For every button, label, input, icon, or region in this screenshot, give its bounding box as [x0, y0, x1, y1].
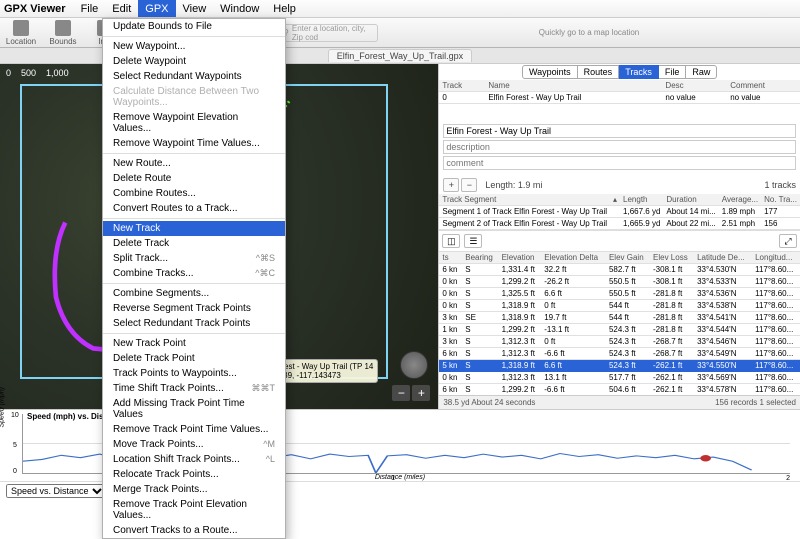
- table-row[interactable]: 0 knS1,318.9 ft0 ft544 ft-281.8 ft33°4.5…: [439, 300, 800, 312]
- menu-item[interactable]: Select Redundant Waypoints: [103, 69, 285, 84]
- zoom-out-button[interactable]: −: [392, 385, 410, 401]
- table-row[interactable]: 0 knS1,312.3 ft13.1 ft517.7 ft-262.1 ft3…: [439, 372, 800, 384]
- menu-item[interactable]: Reverse Segment Track Points: [103, 301, 285, 316]
- toolbar-bounds[interactable]: Bounds: [42, 20, 84, 46]
- track-desc-input[interactable]: [443, 140, 796, 154]
- chart-select[interactable]: Speed vs. Distance: [6, 484, 106, 498]
- track-table: TrackNameDescComment0Elfin Forest - Way …: [439, 80, 800, 120]
- table-row[interactable]: 6 knS1,299.2 ft-6.6 ft504.6 ft-262.1 ft3…: [439, 384, 800, 396]
- menu-item[interactable]: New Waypoint...: [103, 39, 285, 54]
- menu-item[interactable]: Move Track Points...^M: [103, 437, 285, 452]
- menu-item[interactable]: Combine Routes...: [103, 186, 285, 201]
- length-label: Length: 1.9 mi: [485, 180, 542, 190]
- menubar: GPX Viewer File Edit GPX View Window Hel…: [0, 0, 800, 18]
- trackpoint-table[interactable]: tsBearingElevationElevation DeltaElev Ga…: [439, 252, 800, 395]
- tab-file[interactable]: File: [659, 65, 687, 79]
- file-tab[interactable]: Elfin_Forest_Way_Up_Trail.gpx: [328, 49, 472, 62]
- menu-item[interactable]: Delete Route: [103, 171, 285, 186]
- table-row[interactable]: Segment 2 of Track Elfin Forest - Way Up…: [439, 218, 800, 230]
- search-input[interactable]: ⚲ Enter a location, city, Zip cod: [278, 24, 378, 42]
- menu-item[interactable]: Remove Track Point Elevation Values...: [103, 497, 285, 523]
- table-row[interactable]: Segment 1 of Track Elfin Forest - Way Up…: [439, 206, 800, 218]
- track-name-input[interactable]: [443, 124, 796, 138]
- table-row[interactable]: 3 knSE1,318.9 ft19.7 ft544 ft-281.8 ft33…: [439, 312, 800, 324]
- menu-item: Calculate Distance Between Two Waypoints…: [103, 84, 285, 110]
- table-row[interactable]: 0 knS1,299.2 ft-26.2 ft550.5 ft-308.1 ft…: [439, 276, 800, 288]
- add-button[interactable]: +: [443, 178, 459, 192]
- menu-item[interactable]: Remove Waypoint Elevation Values...: [103, 110, 285, 136]
- track-info: [439, 120, 800, 176]
- menu-item[interactable]: Location Shift Track Points...^L: [103, 452, 285, 467]
- menu-item[interactable]: Add Missing Track Point Time Values: [103, 396, 285, 422]
- menu-item[interactable]: Combine Tracks...^⌘C: [103, 266, 285, 281]
- chart-icon[interactable]: ◫: [442, 234, 460, 248]
- icon-toolbar: ◫ ☰ ⤢: [439, 230, 800, 252]
- status-bar: 38.5 yd About 24 seconds156 records 1 se…: [439, 395, 800, 409]
- menu-gpx[interactable]: GPX: [138, 0, 175, 17]
- toolbar-location[interactable]: Location: [0, 20, 42, 46]
- menu-item[interactable]: Update Bounds to File: [103, 19, 285, 34]
- tab-routes[interactable]: Routes: [578, 65, 620, 79]
- table-row[interactable]: 1 knS1,299.2 ft-13.1 ft524.3 ft-281.8 ft…: [439, 324, 800, 336]
- menu-item[interactable]: Track Points to Waypoints...: [103, 366, 285, 381]
- tab-waypoints[interactable]: Waypoints: [522, 65, 578, 79]
- menu-view[interactable]: View: [176, 0, 214, 17]
- segment-table: Track Segment▴LengthDurationAverage...No…: [439, 194, 800, 230]
- remove-button[interactable]: −: [461, 178, 477, 192]
- menu-help[interactable]: Help: [266, 0, 303, 17]
- menu-item[interactable]: Remove Waypoint Time Values...: [103, 136, 285, 151]
- view-icon[interactable]: ☰: [464, 234, 482, 248]
- menu-item[interactable]: New Route...: [103, 156, 285, 171]
- table-row[interactable]: 3 knS1,312.3 ft0 ft524.3 ft-268.7 ft33°4…: [439, 336, 800, 348]
- track-comment-input[interactable]: [443, 156, 796, 170]
- chart-ylabel: Speed (mph): [0, 387, 6, 427]
- tabs: Waypoints Routes Tracks File Raw: [439, 64, 800, 80]
- table-row[interactable]: 0Elfin Forest - Way Up Trailno valueno v…: [439, 92, 800, 104]
- menu-item[interactable]: New Track Point: [103, 336, 285, 351]
- table-row[interactable]: 0 knS1,325.5 ft6.6 ft550.5 ft-281.8 ft33…: [439, 288, 800, 300]
- menu-item[interactable]: Delete Waypoint: [103, 54, 285, 69]
- menu-item[interactable]: Delete Track: [103, 236, 285, 251]
- menu-item[interactable]: Delete Track Point: [103, 351, 285, 366]
- search-hint: Quickly go to a map location: [378, 28, 800, 37]
- menu-item[interactable]: New Track: [103, 221, 285, 236]
- expand-icon[interactable]: ⤢: [779, 234, 797, 248]
- menu-item[interactable]: Convert Tracks to a Route...: [103, 523, 285, 538]
- menu-file[interactable]: File: [74, 0, 106, 17]
- table-row[interactable]: 6 knS1,331.4 ft32.2 ft582.7 ft-308.1 ft3…: [439, 264, 800, 276]
- menu-item[interactable]: Relocate Track Points...: [103, 467, 285, 482]
- tab-tracks[interactable]: Tracks: [619, 65, 659, 79]
- gpx-dropdown: Update Bounds to FileNew Waypoint...Dele…: [102, 18, 286, 539]
- menu-item[interactable]: Remove Track Point Time Values...: [103, 422, 285, 437]
- menu-item[interactable]: Time Shift Track Points...⌘⌘T: [103, 381, 285, 396]
- menu-item[interactable]: Split Track...^⌘S: [103, 251, 285, 266]
- app-title: GPX Viewer: [4, 3, 66, 15]
- map-scale: 05001,000: [6, 68, 69, 78]
- menu-item[interactable]: Convert Routes to a Track...: [103, 201, 285, 216]
- table-row[interactable]: 6 knS1,312.3 ft-6.6 ft524.3 ft-268.7 ft3…: [439, 348, 800, 360]
- tracks-count: 1 tracks: [764, 180, 796, 190]
- tab-raw[interactable]: Raw: [686, 65, 717, 79]
- table-row[interactable]: 5 knS1,318.9 ft6.6 ft524.3 ft-262.1 ft33…: [439, 360, 800, 372]
- menu-item[interactable]: Combine Segments...: [103, 286, 285, 301]
- zoom-in-button[interactable]: +: [412, 385, 430, 401]
- menu-edit[interactable]: Edit: [105, 0, 138, 17]
- menu-window[interactable]: Window: [213, 0, 266, 17]
- menu-item[interactable]: Select Redundant Track Points: [103, 316, 285, 331]
- menu-item[interactable]: Merge Track Points...: [103, 482, 285, 497]
